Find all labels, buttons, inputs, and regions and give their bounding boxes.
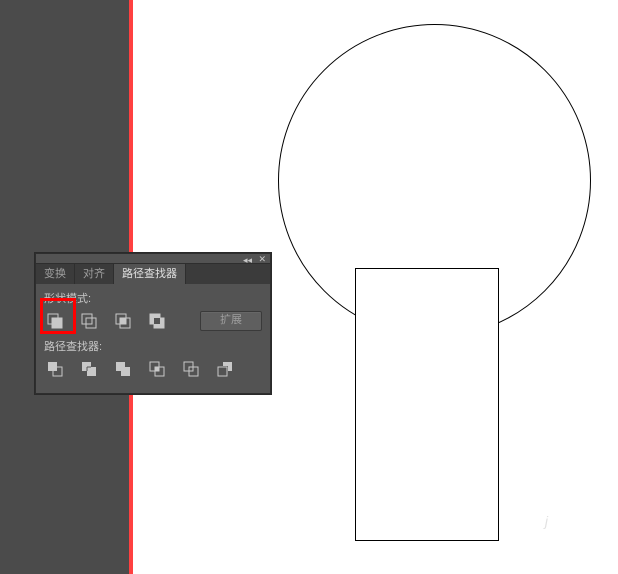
watermark: j	[545, 513, 548, 529]
tab-transform[interactable]: 变换	[36, 264, 75, 284]
pathfinders-row	[44, 358, 262, 380]
divide-button[interactable]	[44, 358, 66, 380]
outline-button[interactable]	[180, 358, 202, 380]
trim-icon	[81, 361, 97, 377]
crop-icon	[149, 361, 165, 377]
unite-button[interactable]	[44, 310, 66, 332]
panel-close-icon[interactable]: ✕	[258, 254, 266, 265]
pathfinders-label: 路径查找器:	[44, 338, 262, 354]
merge-button[interactable]	[112, 358, 134, 380]
intersect-icon	[115, 313, 131, 329]
panel-titlebar[interactable]: ◂◂ ✕	[36, 254, 270, 264]
pathfinder-panel: ◂◂ ✕ 变换 对齐 路径查找器 形状模式:	[35, 253, 271, 394]
exclude-icon	[149, 313, 165, 329]
panel-body: 形状模式:	[36, 284, 270, 392]
shape-modes-label: 形状模式:	[44, 290, 262, 306]
trim-button[interactable]	[78, 358, 100, 380]
divide-icon	[47, 361, 63, 377]
minus-back-button[interactable]	[214, 358, 236, 380]
tab-pathfinder[interactable]: 路径查找器	[114, 264, 186, 284]
tab-align[interactable]: 对齐	[75, 264, 114, 284]
intersect-button[interactable]	[112, 310, 134, 332]
shape-modes-row: 扩展	[44, 310, 262, 332]
panel-tabs: 变换 对齐 路径查找器	[36, 264, 270, 284]
panel-menu-icon[interactable]: ◂◂	[243, 255, 252, 266]
exclude-button[interactable]	[146, 310, 168, 332]
expand-button[interactable]: 扩展	[200, 311, 262, 331]
outline-icon	[183, 361, 199, 377]
minus-front-button[interactable]	[78, 310, 100, 332]
minus-back-icon	[217, 361, 233, 377]
unite-icon	[47, 313, 63, 329]
merge-icon	[115, 361, 131, 377]
shape-rectangle[interactable]	[355, 268, 499, 541]
crop-button[interactable]	[146, 358, 168, 380]
minus-front-icon	[81, 313, 97, 329]
